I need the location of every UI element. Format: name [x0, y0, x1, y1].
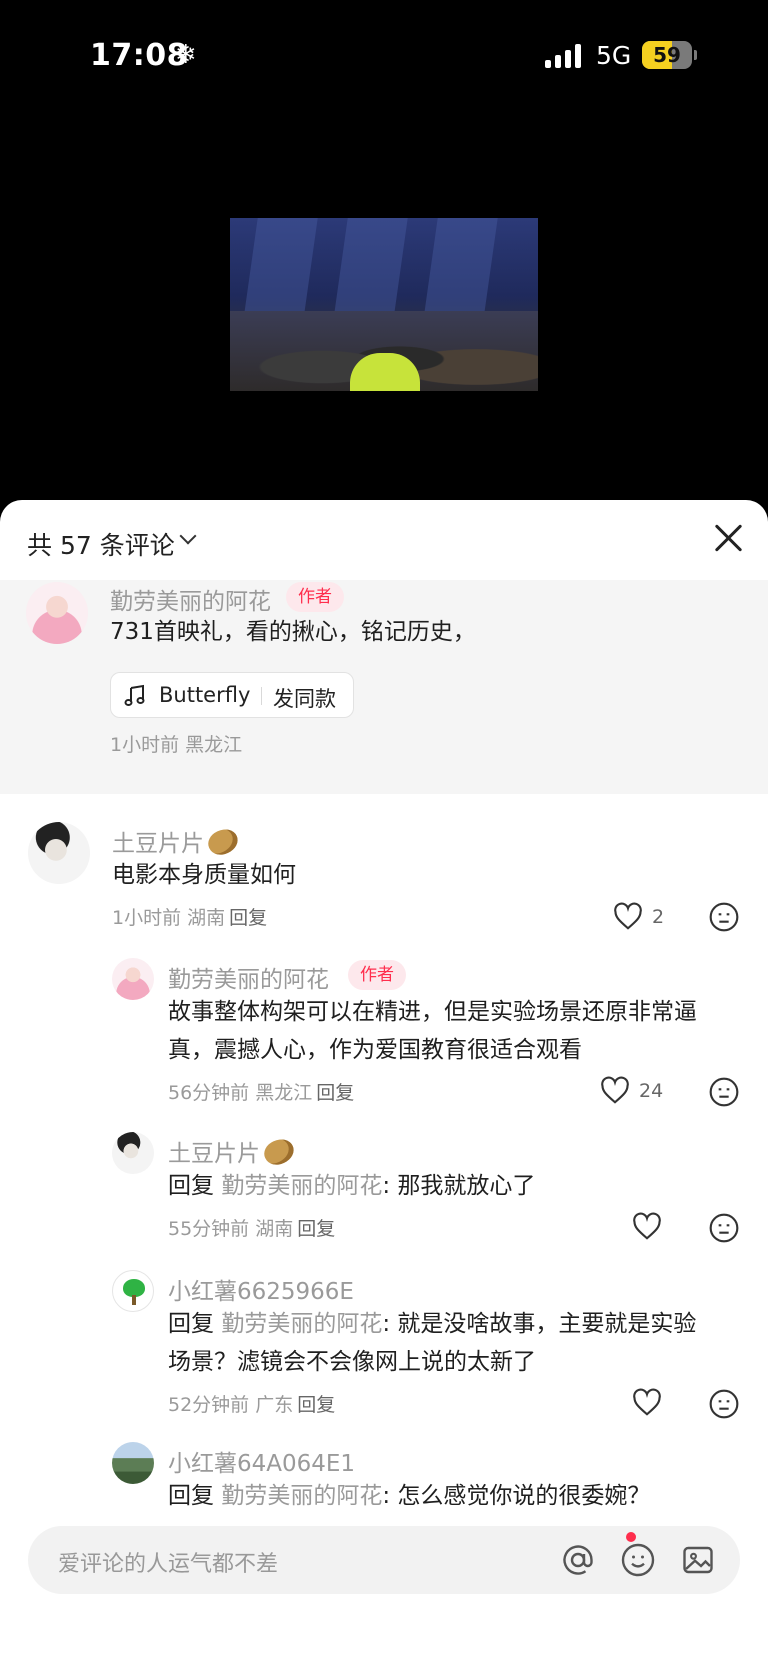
chip-divider: [261, 687, 262, 705]
reply-meta: 52分钟前 广东 回复: [168, 1390, 335, 1417]
reply-button[interactable]: 回复: [316, 1082, 354, 1104]
chevron-down-icon[interactable]: [179, 527, 197, 545]
avatar[interactable]: [112, 1132, 154, 1174]
battery-tip: [694, 50, 697, 60]
comment-meta: 1小时前 黑龙江: [110, 734, 243, 756]
emoji-face-icon[interactable]: [708, 1388, 740, 1420]
comment-meta: 1小时前 湖南 回复: [112, 903, 267, 930]
battery-level: 59: [653, 43, 681, 67]
heart-icon[interactable]: [600, 1076, 630, 1106]
music-note-icon: [124, 684, 145, 706]
comment-count[interactable]: 共 57 条评论: [27, 526, 175, 562]
at-mention-icon[interactable]: [560, 1542, 596, 1578]
reply-body: : 怎么感觉你说的很委婉？: [382, 1483, 651, 1509]
reply-author-name[interactable]: 土豆片片: [168, 1134, 298, 1170]
comment-author-name[interactable]: 土豆片片: [112, 824, 242, 860]
reply-body: : 那我就放心了: [382, 1173, 536, 1199]
author-name-text: 土豆片片: [112, 831, 204, 857]
comment-text: 电影本身质量如何: [112, 862, 296, 888]
network-type: 5G: [596, 41, 632, 70]
reply-button[interactable]: 回复: [297, 1218, 335, 1240]
reply-author-name[interactable]: 小红薯64A064E1: [168, 1444, 355, 1478]
author-badge: 作者: [286, 582, 344, 612]
author-name-text: 土豆片片: [168, 1141, 260, 1167]
pinned-comment: 勤劳美丽的阿花 作者 731首映礼，看的揪心，铭记历史， Butterfly 发…: [0, 580, 768, 794]
reply-body: : 就是没啥故事，主要就是实验: [382, 1311, 697, 1337]
reply-text-line-2: 真，震撼人心，作为爱国教育很适合观看: [168, 1037, 582, 1063]
reply-text: 回复 勤劳美丽的阿花: 那我就放心了: [168, 1168, 535, 1204]
reply-target-name[interactable]: 勤劳美丽的阿花: [221, 1483, 382, 1509]
use-same-music-button[interactable]: 发同款: [273, 683, 336, 713]
heart-icon[interactable]: [632, 1388, 662, 1418]
music-chip[interactable]: Butterfly 发同款: [110, 672, 354, 718]
reply-meta: 56分钟前 黑龙江 回复: [168, 1078, 354, 1105]
reply-text-line-1: 故事整体构架可以在精进，但是实验场景还原非常逼: [168, 999, 697, 1025]
reply-time-location: 52分钟前 广东: [168, 1394, 294, 1416]
reply-author-name[interactable]: 勤劳美丽的阿花: [168, 960, 329, 994]
avatar[interactable]: [112, 958, 154, 1000]
status-bar: 17:08 ❄ 5G 59: [0, 0, 768, 110]
comment-time-location: 1小时前 湖南: [112, 907, 226, 929]
reply-meta: 55分钟前 湖南 回复: [168, 1214, 335, 1241]
battery-icon: 59: [642, 41, 692, 69]
comment-text: 731首映礼，看的揪心，铭记历史，: [110, 619, 476, 645]
potato-emoji-icon: [204, 824, 242, 860]
like-count: 2: [652, 906, 665, 928]
video-thumbnail[interactable]: [230, 218, 538, 391]
heart-icon[interactable]: [613, 902, 643, 932]
reply-prefix: 回复: [168, 1311, 222, 1337]
music-title: Butterfly: [159, 683, 251, 707]
snowflake-icon: ❄: [175, 40, 197, 70]
author-badge: 作者: [348, 960, 406, 990]
emoji-face-icon[interactable]: [708, 1076, 740, 1108]
reply-button[interactable]: 回复: [229, 907, 267, 929]
reply-author-name[interactable]: 小红薯6625966E: [168, 1272, 354, 1306]
sheet-header: 共 57 条评论: [0, 500, 768, 580]
reply-prefix: 回复: [168, 1483, 222, 1509]
emoji-face-icon[interactable]: [708, 1212, 740, 1244]
reply-text: 回复 勤劳美丽的阿花: 怎么感觉你说的很委婉？: [168, 1478, 650, 1514]
avatar[interactable]: [112, 1442, 154, 1484]
close-icon[interactable]: [712, 522, 744, 554]
like-count: 24: [639, 1080, 664, 1102]
avatar[interactable]: [26, 582, 88, 644]
reply-time-location: 56分钟前 黑龙江: [168, 1082, 313, 1104]
comment-author-name[interactable]: 勤劳美丽的阿花: [110, 582, 271, 616]
reply-target-name[interactable]: 勤劳美丽的阿花: [221, 1173, 382, 1199]
comment-sheet: 共 57 条评论 勤劳美丽的阿花 作者 731首映礼，看的揪心，铭记历史， Bu…: [0, 500, 768, 1669]
avatar[interactable]: [28, 822, 90, 884]
emoji-icon[interactable]: [620, 1542, 656, 1578]
avatar[interactable]: [112, 1270, 154, 1312]
reply-time-location: 55分钟前 湖南: [168, 1218, 294, 1240]
emoji-face-icon[interactable]: [708, 901, 740, 933]
reply-text-line-1: 回复 勤劳美丽的阿花: 就是没啥故事，主要就是实验: [168, 1306, 696, 1342]
notification-dot: [626, 1532, 636, 1542]
heart-icon[interactable]: [632, 1212, 662, 1242]
reply-button[interactable]: 回复: [297, 1394, 335, 1416]
status-time: 17:08: [90, 38, 188, 73]
reply-target-name[interactable]: 勤劳美丽的阿花: [221, 1311, 382, 1337]
potato-emoji-icon: [260, 1134, 298, 1170]
reply-text-line-2: 场景？滤镜会不会像网上说的太新了: [168, 1349, 536, 1375]
image-icon[interactable]: [680, 1542, 716, 1578]
reply-prefix: 回复: [168, 1173, 222, 1199]
signal-icon: [545, 44, 583, 68]
comment-input-placeholder: 爱评论的人运气都不差: [58, 1552, 279, 1577]
